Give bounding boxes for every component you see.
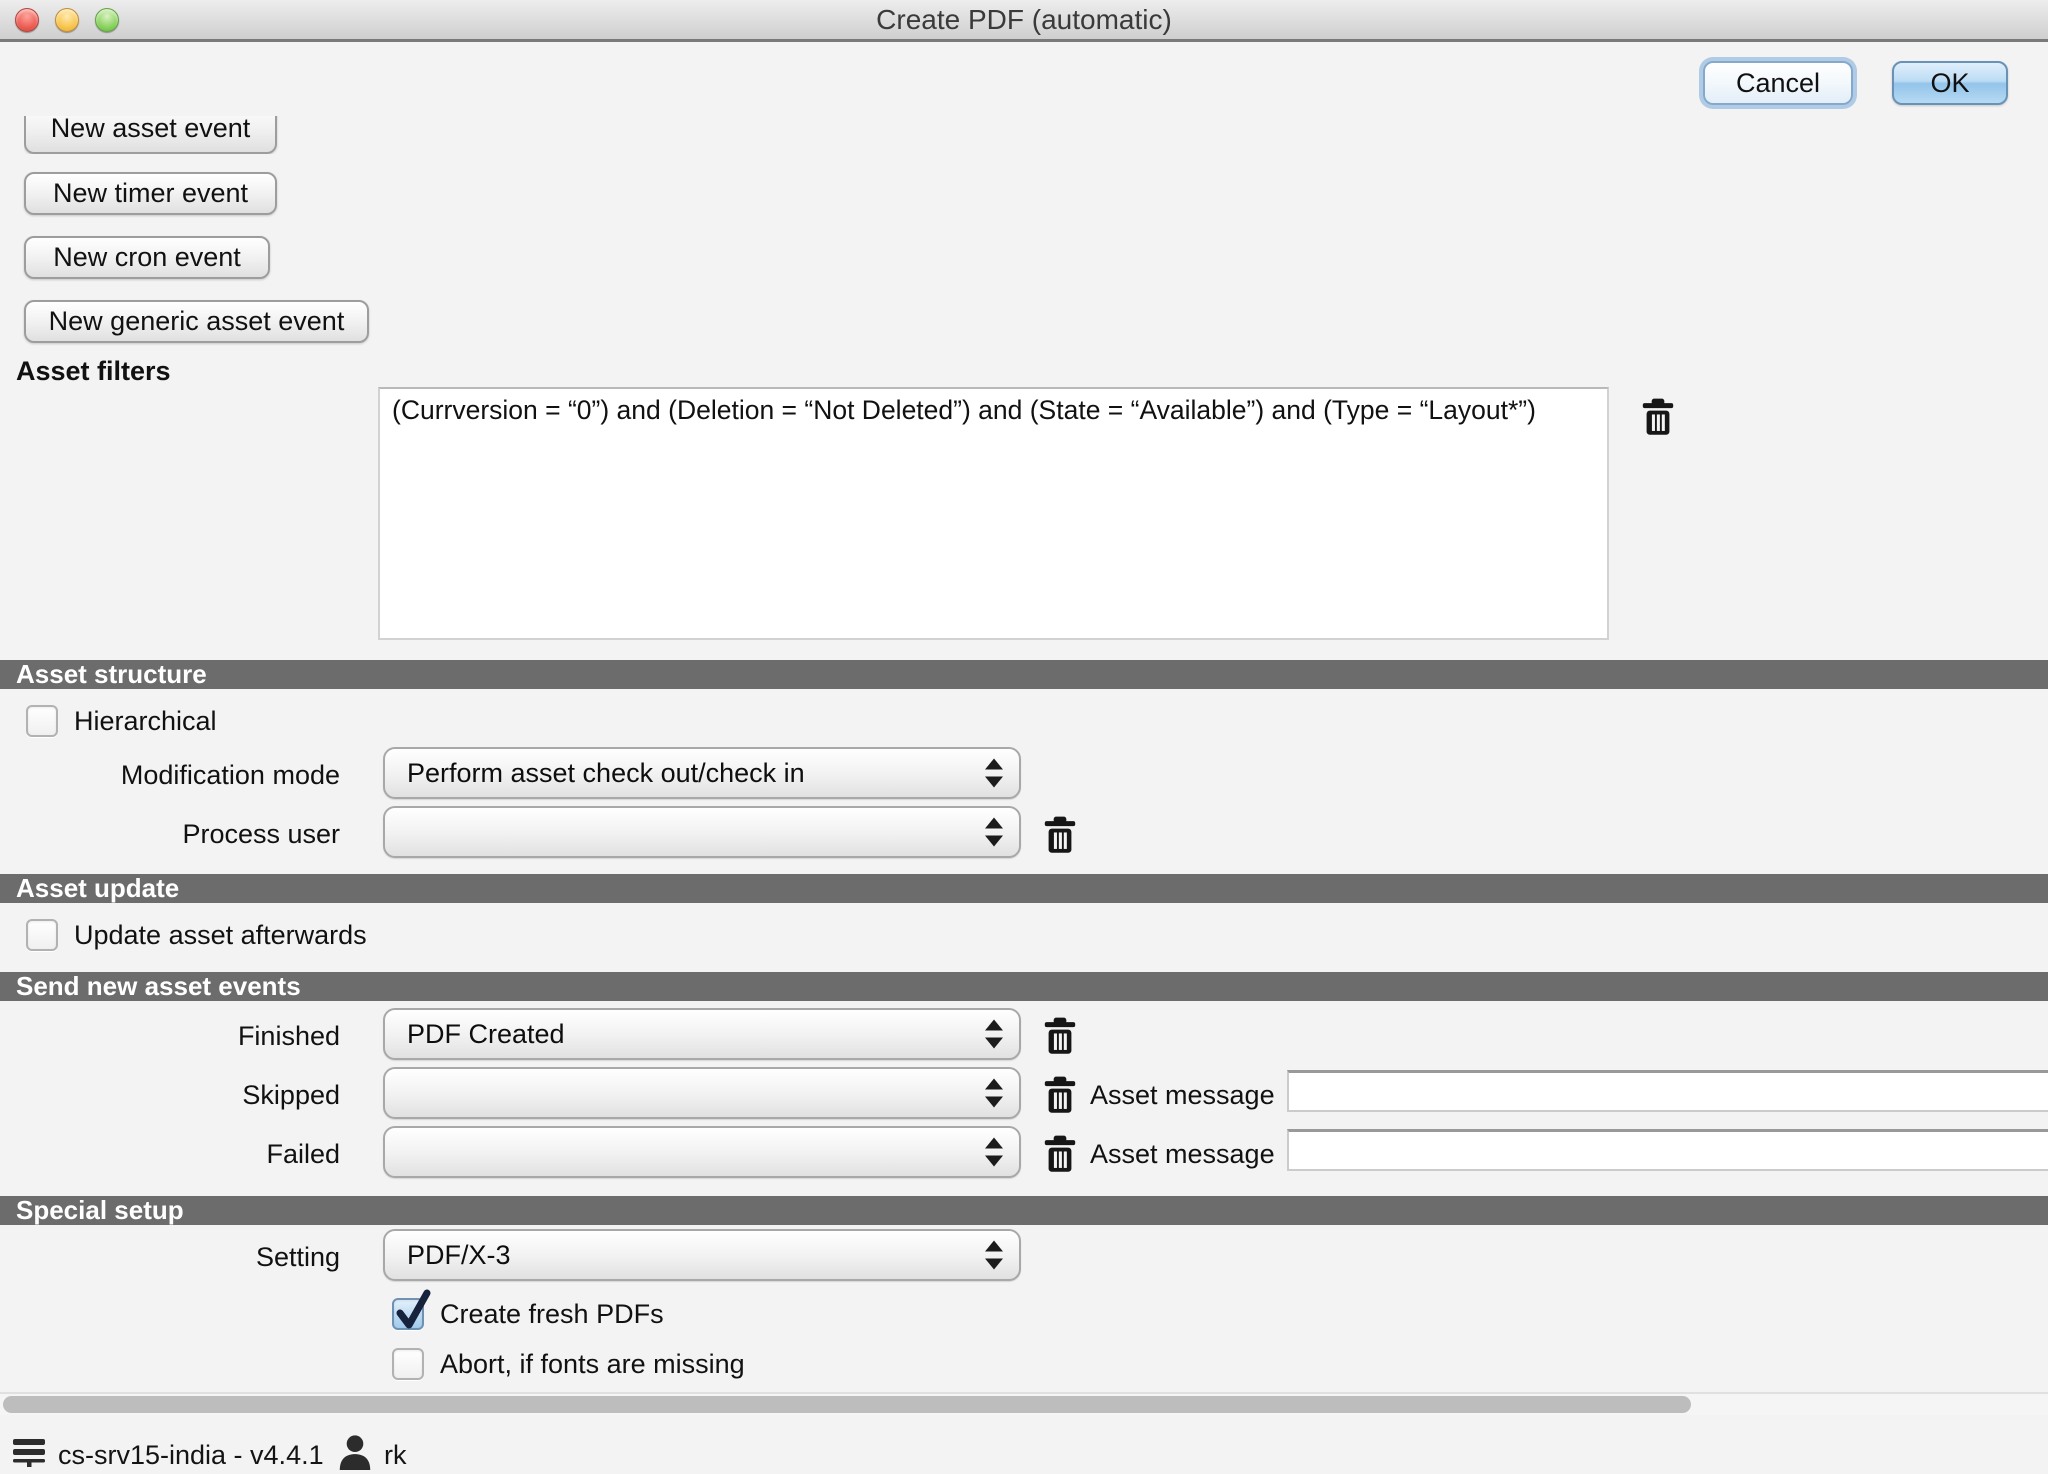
user-name: rk (384, 1440, 407, 1471)
skipped-label: Skipped (0, 1080, 340, 1111)
stepper-icon (985, 1241, 1003, 1270)
stepper-icon (985, 818, 1003, 847)
cancel-button[interactable]: Cancel (1703, 61, 1853, 105)
skipped-dropdown[interactable] (383, 1067, 1021, 1119)
title-bar: Create PDF (automatic) (0, 0, 2048, 42)
hierarchical-checkbox[interactable] (26, 705, 58, 737)
setting-label: Setting (0, 1242, 340, 1273)
failed-asset-message-label: Asset message (1090, 1139, 1275, 1170)
update-asset-afterwards-label: Update asset afterwards (74, 919, 367, 951)
finished-dropdown[interactable]: PDF Created (383, 1008, 1021, 1060)
abort-if-fonts-missing-label: Abort, if fonts are missing (440, 1348, 745, 1380)
modification-mode-value: Perform asset check out/check in (407, 749, 969, 797)
skipped-asset-message-input[interactable] (1287, 1070, 2048, 1112)
setting-value: PDF/X-3 (407, 1231, 969, 1279)
new-asset-event-button[interactable]: New asset event (24, 116, 277, 154)
finished-value: PDF Created (407, 1010, 969, 1058)
trash-icon[interactable] (1043, 816, 1077, 854)
checkmark-icon (394, 1287, 434, 1333)
asset-filters-label: Asset filters (16, 356, 171, 387)
new-timer-event-button[interactable]: New timer event (24, 172, 277, 215)
modification-mode-dropdown[interactable]: Perform asset check out/check in (383, 747, 1021, 799)
failed-label: Failed (0, 1139, 340, 1170)
new-generic-asset-event-button[interactable]: New generic asset event (24, 300, 369, 343)
new-cron-event-button[interactable]: New cron event (24, 236, 270, 279)
process-user-dropdown[interactable] (383, 806, 1021, 858)
abort-if-fonts-missing-checkbox[interactable] (392, 1348, 424, 1380)
user-icon (338, 1434, 372, 1470)
create-pdf-dialog: Create PDF (automatic) Cancel OK New ass… (0, 0, 2048, 1474)
horizontal-scrollbar-thumb[interactable] (3, 1396, 1691, 1413)
create-fresh-pdfs-label: Create fresh PDFs (440, 1298, 664, 1330)
server-name: cs-srv15-india - v4.4.1 (58, 1440, 324, 1471)
failed-asset-message-input[interactable] (1287, 1129, 2048, 1171)
stepper-icon (985, 1079, 1003, 1108)
trash-icon[interactable] (1043, 1135, 1077, 1173)
setting-dropdown[interactable]: PDF/X-3 (383, 1229, 1021, 1281)
trash-icon[interactable] (1043, 1017, 1077, 1055)
section-asset-structure: Asset structure (0, 660, 2048, 689)
section-asset-update: Asset update (0, 874, 2048, 903)
update-asset-afterwards-checkbox[interactable] (26, 919, 58, 951)
skipped-asset-message-label: Asset message (1090, 1080, 1275, 1111)
new-asset-event-button-clipped: New asset event (24, 116, 281, 154)
trash-icon[interactable] (1043, 1076, 1077, 1114)
stepper-icon (985, 759, 1003, 788)
stepper-icon (985, 1138, 1003, 1167)
process-user-label: Process user (0, 819, 340, 850)
trash-icon[interactable] (1641, 398, 1675, 436)
server-icon (12, 1438, 48, 1468)
hierarchical-label: Hierarchical (74, 705, 217, 737)
section-send-new-asset-events: Send new asset events (0, 972, 2048, 1001)
finished-label: Finished (0, 1021, 340, 1052)
ok-button[interactable]: OK (1892, 61, 2008, 105)
modification-mode-label: Modification mode (0, 760, 340, 791)
window-title: Create PDF (automatic) (0, 0, 2048, 40)
section-special-setup: Special setup (0, 1196, 2048, 1225)
stepper-icon (985, 1020, 1003, 1049)
failed-dropdown[interactable] (383, 1126, 1021, 1178)
create-fresh-pdfs-checkbox[interactable] (392, 1298, 424, 1330)
horizontal-scrollbar[interactable] (0, 1392, 2048, 1415)
asset-filter-textarea[interactable]: (Currversion = “0”) and (Deletion = “Not… (378, 387, 1609, 640)
